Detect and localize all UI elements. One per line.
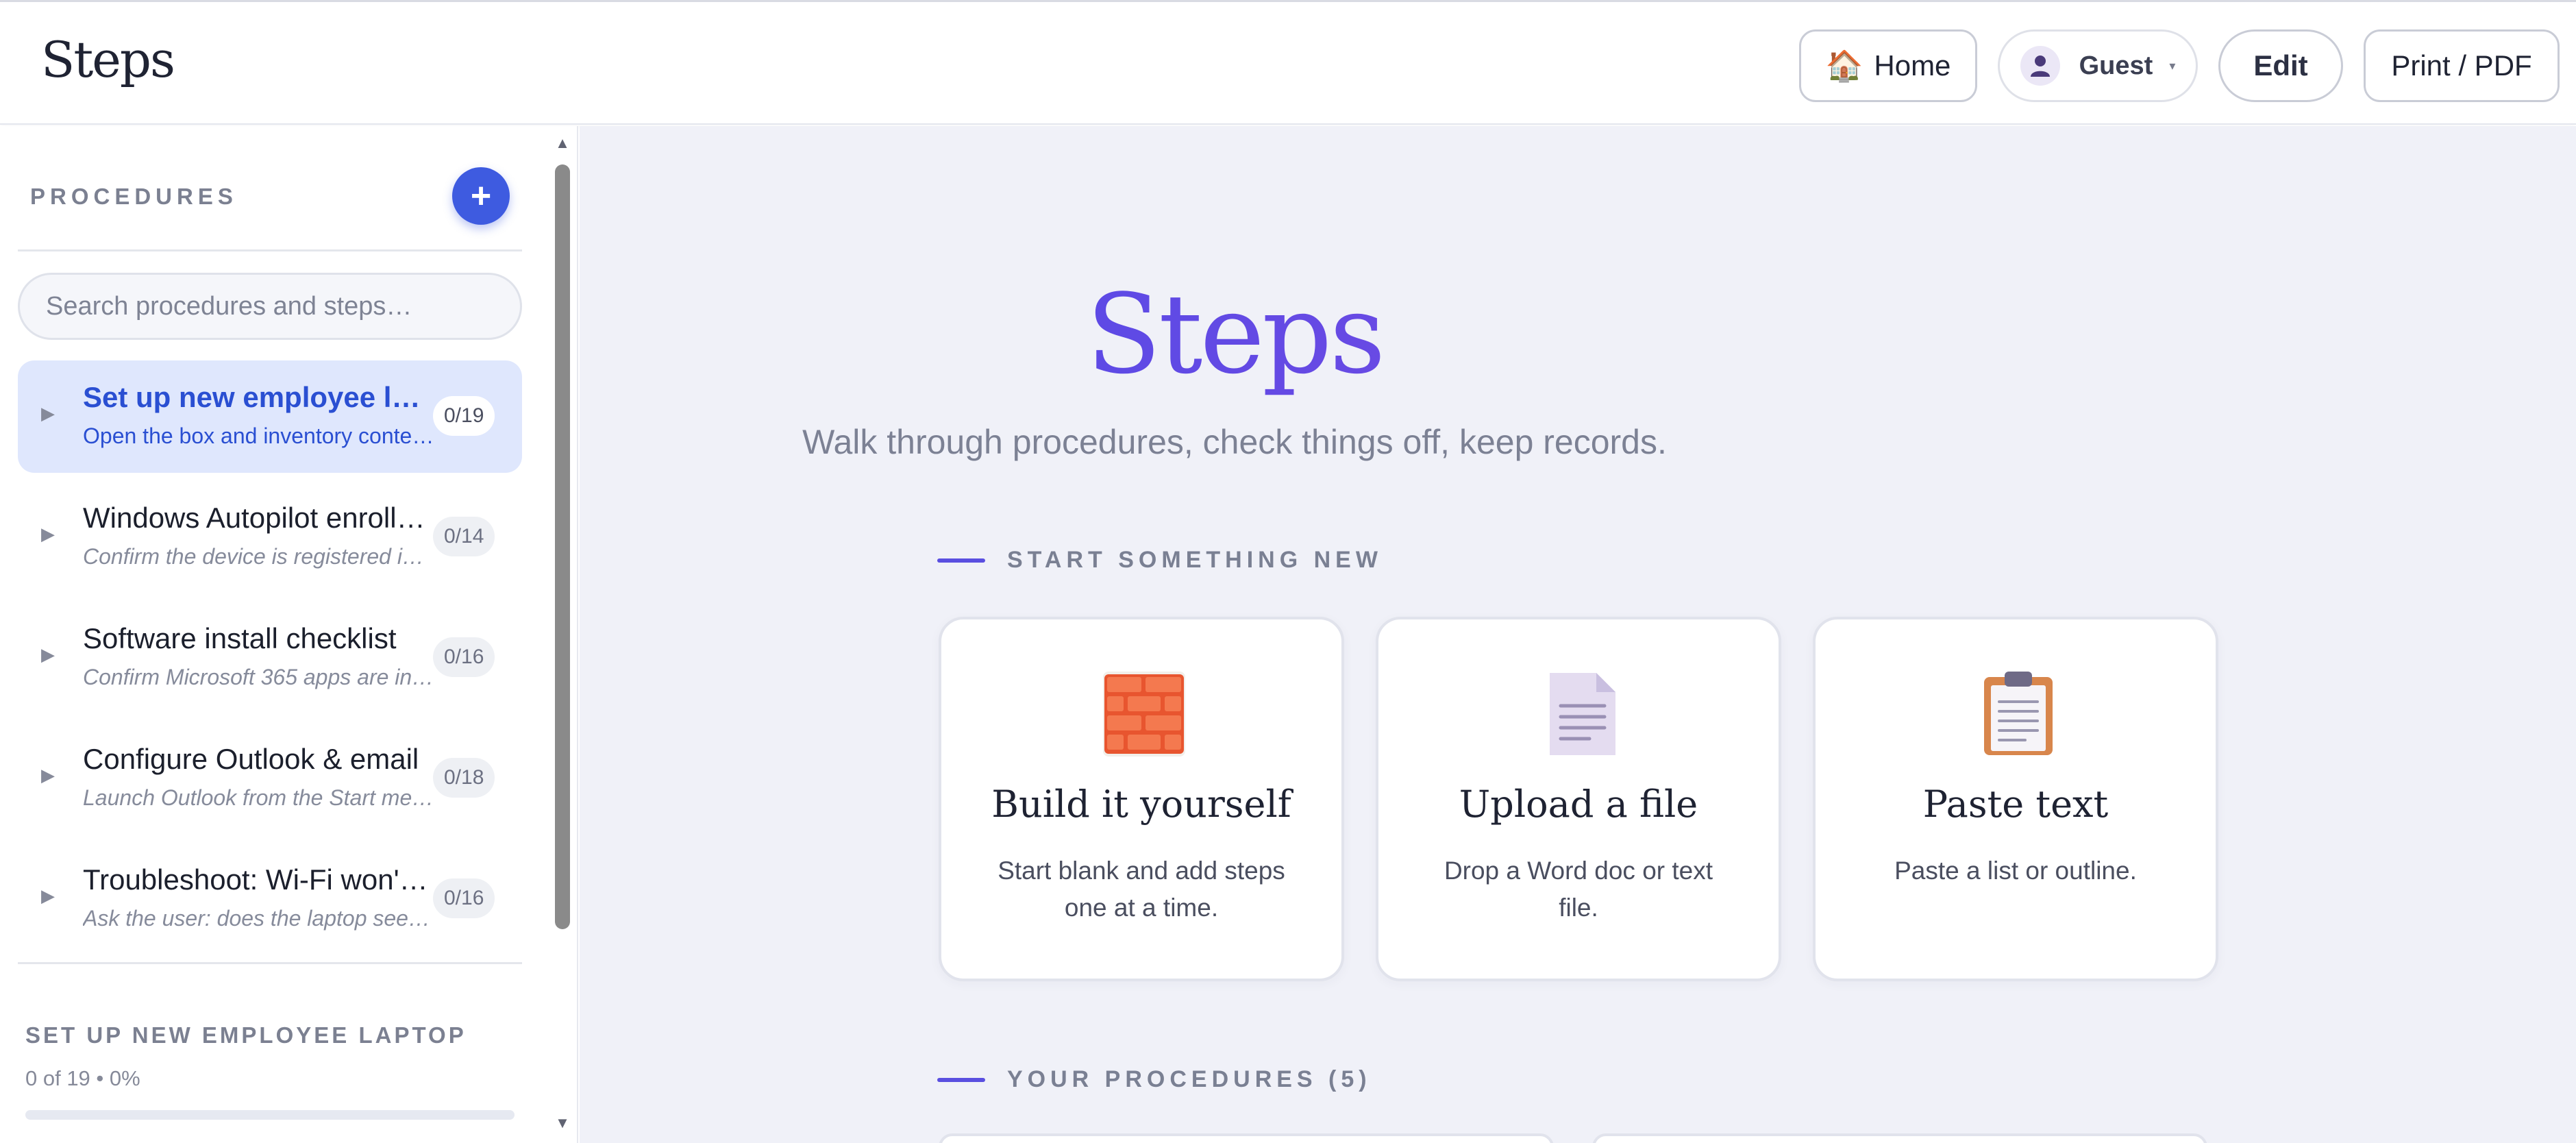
divider xyxy=(18,249,522,251)
user-name: Guest xyxy=(2079,51,2153,80)
procedure-subtitle: Ask the user: does the laptop see the ne… xyxy=(83,906,436,931)
step-count-badge: 0/18 xyxy=(433,758,495,798)
paste-text-card[interactable]: Paste text Paste a list or outline. xyxy=(1813,617,2218,981)
card-title: Build it yourself xyxy=(991,783,1291,826)
top-bar: Steps 🏠 Home Guest ▾ Edit Print / PDF xyxy=(0,0,2576,125)
card-description: Paste a list or outline. xyxy=(1894,857,2137,885)
procedure-subtitle: Launch Outlook from the Start menu xyxy=(83,785,436,810)
sidebar-scrollbar[interactable]: ▲ ▼ xyxy=(552,134,573,1138)
procedure-subtitle: Open the box and inventory contents xyxy=(83,423,436,448)
procedure-item[interactable]: ▶ Set up new employee laptop Open the bo… xyxy=(18,360,522,473)
avatar xyxy=(2020,46,2060,86)
procedure-subtitle: Confirm the device is registered in Auto… xyxy=(83,544,436,569)
hero-tagline: Walk through procedures, check things of… xyxy=(802,423,1667,461)
section-title: START SOMETHING NEW xyxy=(1007,547,1383,573)
brick-wall-icon xyxy=(1103,672,1185,757)
progress-title: SET UP NEW EMPLOYEE LAPTOP xyxy=(25,1022,467,1048)
app-logo[interactable]: Steps xyxy=(41,31,175,88)
build-it-yourself-card[interactable]: Build it yourself Start blank and add st… xyxy=(939,617,1344,981)
expand-triangle-icon[interactable]: ▶ xyxy=(41,524,55,545)
procedure-item[interactable]: ▶ Troubleshoot: Wi-Fi won't connect Ask … xyxy=(18,843,522,955)
procedure-card[interactable] xyxy=(939,1133,1554,1143)
card-title: Paste text xyxy=(1922,783,2109,826)
divider xyxy=(18,962,522,964)
edit-button[interactable]: Edit xyxy=(2218,29,2343,102)
sidebar-title: PROCEDURES xyxy=(30,184,238,209)
add-procedure-button[interactable]: + xyxy=(452,167,510,225)
home-button[interactable]: 🏠 Home xyxy=(1799,29,1977,102)
print-pdf-button[interactable]: Print / PDF xyxy=(2364,29,2560,102)
section-header-your-procedures: YOUR PROCEDURES (5) xyxy=(937,1066,1372,1093)
user-icon xyxy=(2030,56,2050,77)
step-count-badge: 0/16 xyxy=(433,637,495,677)
section-header-start-new: START SOMETHING NEW xyxy=(937,547,1383,574)
document-icon xyxy=(1550,673,1615,755)
procedure-subtitle: Confirm Microsoft 365 apps are installed xyxy=(83,665,436,689)
plus-icon: + xyxy=(470,176,492,216)
step-count-badge: 0/14 xyxy=(433,517,495,556)
procedure-card[interactable] xyxy=(1592,1133,2207,1143)
user-menu-button[interactable]: Guest ▾ xyxy=(1998,29,2198,102)
section-title: YOUR PROCEDURES (5) xyxy=(1007,1066,1372,1092)
card-title: Upload a file xyxy=(1459,783,1698,826)
expand-triangle-icon[interactable]: ▶ xyxy=(41,765,55,786)
scroll-up-arrow-icon[interactable]: ▲ xyxy=(552,134,573,152)
procedure-name: Troubleshoot: Wi-Fi won't connect xyxy=(83,863,436,896)
expand-triangle-icon[interactable]: ▶ xyxy=(41,885,55,907)
chevron-down-icon: ▾ xyxy=(2169,58,2176,73)
procedure-item[interactable]: ▶ Software install checklist Confirm Mic… xyxy=(18,602,522,714)
scrollbar-thumb[interactable] xyxy=(555,164,570,929)
procedure-name: Configure Outlook & email xyxy=(83,743,419,775)
section-accent-line xyxy=(937,558,985,563)
procedure-name: Set up new employee laptop xyxy=(83,381,436,413)
section-accent-line xyxy=(937,1077,985,1082)
house-icon: 🏠 xyxy=(1825,49,1863,83)
progress-text: 0 of 19 • 0% xyxy=(25,1066,140,1090)
hero-title: Steps xyxy=(580,270,1890,398)
expand-triangle-icon[interactable]: ▶ xyxy=(41,403,55,424)
procedure-name: Software install checklist xyxy=(83,622,397,654)
main-content: Steps Walk through procedures, check thi… xyxy=(580,126,2576,1143)
card-description: Start blank and add steps one at a time. xyxy=(998,857,1285,922)
upload-file-card[interactable]: Upload a file Drop a Word doc or text fi… xyxy=(1376,617,1781,981)
procedure-item[interactable]: ▶ Configure Outlook & email Launch Outlo… xyxy=(18,722,522,835)
step-count-badge: 0/19 xyxy=(433,396,495,436)
card-description: Drop a Word doc or text file. xyxy=(1444,857,1713,922)
procedure-name: Windows Autopilot enrollment xyxy=(83,502,436,534)
clipboard-icon xyxy=(1984,672,2053,755)
search-input[interactable] xyxy=(18,273,522,340)
home-label: Home xyxy=(1874,49,1951,82)
procedure-item[interactable]: ▶ Windows Autopilot enrollment Confirm t… xyxy=(18,481,522,593)
scroll-down-arrow-icon[interactable]: ▼ xyxy=(552,1114,573,1132)
step-count-badge: 0/16 xyxy=(433,878,495,918)
progress-bar xyxy=(25,1110,515,1120)
expand-triangle-icon[interactable]: ▶ xyxy=(41,644,55,665)
